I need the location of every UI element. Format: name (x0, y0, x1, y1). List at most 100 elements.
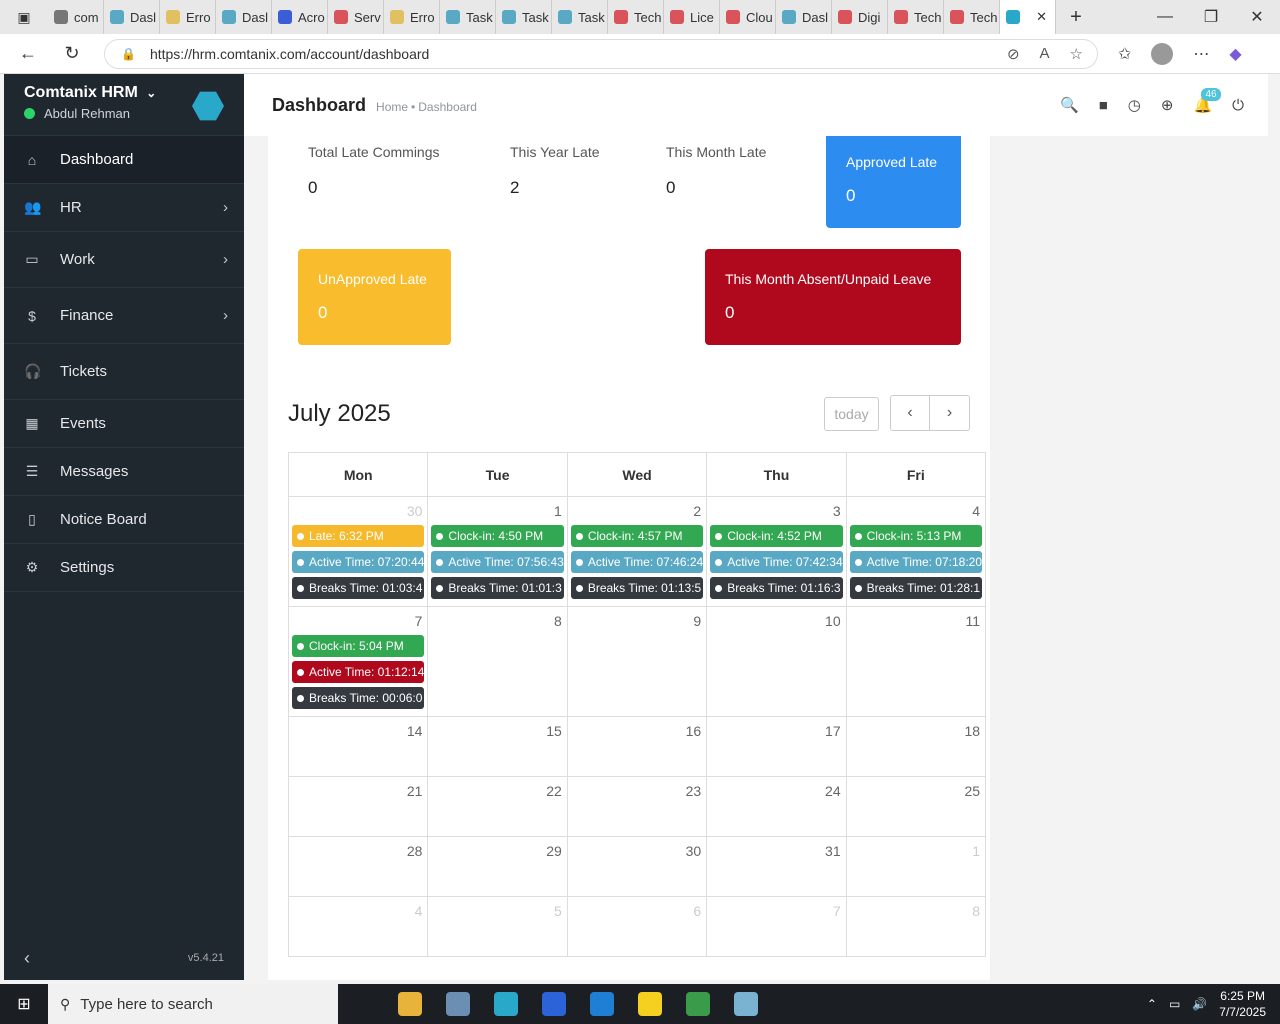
browser-tab[interactable]: Tech (888, 0, 944, 34)
collapse-sidebar-icon[interactable]: ‹ (24, 948, 30, 969)
browser-tab[interactable]: com (48, 0, 104, 34)
volume-icon[interactable]: 🔊 (1192, 997, 1207, 1011)
calendar-event[interactable]: Active Time: 07:18:20 (849, 551, 983, 573)
calendar-event[interactable]: Active Time: 07:42:34 (710, 551, 843, 573)
read-aloud-icon[interactable]: A (1040, 45, 1050, 63)
sidebar-brand[interactable]: Comtanix HRM ⌄ Abdul Rehman (4, 74, 244, 136)
tab-close-icon[interactable]: ✕ (1036, 9, 1047, 25)
calendar-day-number[interactable]: 25 (850, 779, 982, 805)
calendar-day-number[interactable]: 2 (571, 499, 703, 525)
taskbar-search[interactable]: ⚲ Type here to search (48, 984, 338, 1024)
calendar-event[interactable]: Breaks Time: 01:01:3 (431, 577, 564, 599)
sidebar-item-settings[interactable]: ⚙ Settings (4, 544, 244, 592)
calendar-day-cell[interactable]: 23 (566, 776, 708, 837)
calendar-day-cell[interactable]: 6 (566, 896, 708, 957)
windows-start-icon[interactable]: ⊞ (0, 984, 48, 1024)
calendar-day-number[interactable]: 4 (850, 499, 982, 525)
taskbar-app-icon[interactable] (434, 984, 482, 1024)
calendar-day-cell[interactable]: 30 Late: 6:32 PM Active Time: 07:20:44 Brea… (287, 496, 429, 607)
browser-tab[interactable]: Acro (272, 0, 328, 34)
taskbar-app-icon[interactable] (578, 984, 626, 1024)
calendar-day-cell[interactable]: 1 Clock-in: 4:50 PM Active Time: 07:56:43 B… (427, 496, 568, 607)
bell-icon[interactable]: 🔔 46 (1193, 88, 1221, 114)
browser-tab[interactable]: Digi (832, 0, 888, 34)
calendar-day-number[interactable]: 15 (431, 719, 563, 745)
browser-tab[interactable]: Clou (720, 0, 776, 34)
calendar-day-number[interactable]: 8 (431, 609, 563, 635)
browser-tab[interactable]: Task (496, 0, 552, 34)
sidebar-item-dashboard[interactable]: ⌂ Dashboard (4, 136, 244, 184)
favorites-icon[interactable]: ✩ (1118, 44, 1131, 64)
calendar-event[interactable]: Clock-in: 4:52 PM (710, 525, 843, 547)
favorite-star-icon[interactable]: ☆ (1070, 45, 1083, 63)
calendar-day-number[interactable]: 30 (571, 839, 703, 865)
calendar-event[interactable]: Active Time: 07:56:43 (431, 551, 564, 573)
card-unapproved-late[interactable]: UnApproved Late 0 (298, 249, 451, 345)
calendar-day-number[interactable]: 7 (710, 899, 842, 925)
calendar-event[interactable]: Breaks Time: 01:28:1 (849, 577, 983, 599)
calendar-day-number[interactable]: 18 (850, 719, 982, 745)
calendar-event[interactable]: Late: 6:32 PM (292, 525, 425, 547)
calendar-event[interactable]: Clock-in: 4:50 PM (431, 525, 564, 547)
sidebar-item-notice-board[interactable]: ▯ Notice Board (4, 496, 244, 544)
browser-tab[interactable]: Dasl (776, 0, 832, 34)
sidebar-item-events[interactable]: ▦ Events (4, 400, 244, 448)
calendar-day-number[interactable]: 1 (850, 839, 982, 865)
calendar-event[interactable]: Active Time: 07:46:24 (570, 551, 704, 573)
browser-tab[interactable]: Tech (608, 0, 664, 34)
calendar-day-number[interactable]: 31 (710, 839, 842, 865)
calendar-day-number[interactable]: 14 (292, 719, 424, 745)
calendar-day-cell[interactable]: 30 (566, 836, 708, 897)
tracking-icon[interactable]: ⊘ (1007, 45, 1020, 63)
restore-icon[interactable]: ❐ (1188, 0, 1234, 34)
chevron-down-icon[interactable]: ⌄ (146, 86, 156, 100)
calendar-day-number[interactable]: 30 (292, 499, 424, 525)
tray-chevron-icon[interactable]: ⌃ (1147, 997, 1157, 1011)
calendar-event[interactable]: Breaks Time: 01:13:5 (570, 577, 704, 599)
calendar-event[interactable]: Active Time: 01:12:14 (292, 661, 425, 683)
sidebar-item-messages[interactable]: ☰ Messages (4, 448, 244, 496)
calendar-day-number[interactable]: 29 (431, 839, 563, 865)
url-field[interactable]: 🔒 https://hrm.comtanix.com/account/dashb… (104, 38, 1098, 69)
calendar-day-number[interactable]: 7 (292, 609, 424, 635)
card-month-absent[interactable]: This Month Absent/Unpaid Leave 0 (705, 249, 961, 345)
calendar-day-cell[interactable]: 28 (287, 836, 429, 897)
calendar-day-cell[interactable]: 7 (706, 896, 847, 957)
close-window-icon[interactable]: ✕ (1234, 0, 1280, 34)
lock-icon[interactable]: 🔒 (121, 47, 136, 61)
sidebar-item-work[interactable]: ▭ Work › (4, 232, 244, 288)
calendar-day-number[interactable]: 24 (710, 779, 842, 805)
calendar-day-number[interactable]: 4 (292, 899, 424, 925)
network-icon[interactable]: ▭ (1169, 997, 1180, 1011)
calendar-day-number[interactable]: 1 (431, 499, 563, 525)
calendar-day-number[interactable]: 16 (571, 719, 703, 745)
breadcrumb-home[interactable]: Home (376, 100, 408, 114)
calendar-day-cell[interactable]: 2 Clock-in: 4:57 PM Active Time: 07:46:24 B… (566, 496, 708, 607)
calendar-day-cell[interactable]: 4 (287, 896, 429, 957)
power-icon[interactable]: ⏻ (1232, 97, 1244, 114)
sidebar-item-hr[interactable]: 👥 HR › (4, 184, 244, 232)
clock-icon[interactable]: ◷ (1128, 96, 1141, 114)
calendar-event[interactable]: Breaks Time: 01:03:4 (292, 577, 425, 599)
calendar-day-number[interactable]: 11 (850, 609, 982, 635)
browser-tab[interactable]: Tech (944, 0, 1000, 34)
browser-tab[interactable]: Erro (160, 0, 216, 34)
prev-month-button[interactable]: ‹ (890, 395, 930, 431)
sidebar-item-tickets[interactable]: 🎧 Tickets (4, 344, 244, 400)
calendar-event[interactable]: Breaks Time: 01:16:3 (710, 577, 843, 599)
taskbar-app-icon[interactable] (722, 984, 770, 1024)
calendar-event[interactable]: Clock-in: 5:04 PM (292, 635, 425, 657)
taskbar-app-icon[interactable] (530, 984, 578, 1024)
taskbar-app-icon[interactable] (626, 984, 674, 1024)
browser-tab[interactable]: Task (552, 0, 608, 34)
taskbar-clock[interactable]: 6:25 PM 7/7/2025 (1219, 988, 1266, 1020)
calendar-day-cell[interactable]: 21 (287, 776, 429, 837)
calendar-day-cell[interactable]: 4 Clock-in: 5:13 PM Active Time: 07:18:20 B… (845, 496, 987, 607)
browser-tab[interactable]: Serv (328, 0, 384, 34)
taskbar-app-icon[interactable] (386, 984, 434, 1024)
sticky-note-icon[interactable]: ■ (1099, 97, 1108, 114)
browser-tab[interactable]: Dasl (104, 0, 160, 34)
calendar-day-cell[interactable]: 18 (845, 716, 987, 777)
today-button[interactable]: today (824, 397, 879, 431)
calendar-day-cell[interactable]: 14 (287, 716, 429, 777)
